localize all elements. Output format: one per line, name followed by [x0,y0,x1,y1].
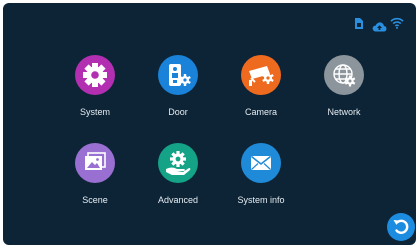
network-app[interactable]: Network [312,55,376,117]
sim-card-icon [354,17,364,35]
network-globe-icon [324,55,364,95]
scene-app[interactable]: Scene [63,143,127,205]
door-phone-icon [158,55,198,95]
system-info-app[interactable]: System info [229,143,293,205]
camera-app[interactable]: Camera [229,55,293,117]
advanced-gear-hand-icon [158,143,198,183]
system-info-label: System info [237,195,285,205]
door-label: Door [168,107,188,117]
cloud-upload-icon [372,19,387,37]
envelope-icon [241,143,281,183]
advanced-app[interactable]: Advanced [146,143,210,205]
advanced-label: Advanced [157,195,199,205]
back-button[interactable] [387,213,415,241]
system-app[interactable]: System [63,55,127,117]
home-screen: System Door Camera Network Scene Advance… [3,3,416,245]
refresh-arrow-icon [393,219,409,234]
scene-label: Scene [82,195,108,205]
cctv-camera-icon [241,55,281,95]
scene-picture-icon [75,143,115,183]
wifi-icon [390,16,404,34]
camera-label: Camera [244,107,277,117]
gear-icon [75,55,115,95]
network-label: Network [327,107,361,117]
door-app[interactable]: Door [146,55,210,117]
system-label: System [79,107,110,117]
